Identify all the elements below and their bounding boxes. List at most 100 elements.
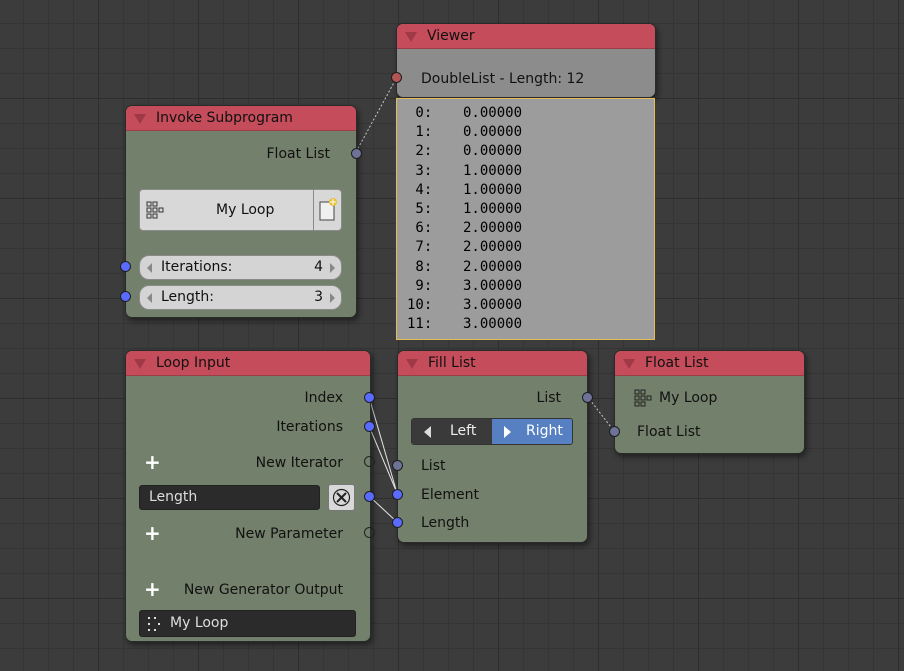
length-input-socket[interactable] [392,517,403,528]
new-file-icon [319,198,337,221]
parameter-name-input[interactable]: Length [139,485,320,510]
viewer-row-index: 5: [407,201,433,217]
viewer-row-value: 3.00000 [463,316,523,333]
new-generator-output-label[interactable]: New Generator Output [184,582,343,598]
index-output-socket[interactable] [364,392,375,403]
viewer-row-index: 7: [407,239,433,256]
element-input-label: Element [421,487,479,503]
program-selector[interactable]: My Loop [139,189,342,231]
remove-x-icon [332,488,351,507]
float-list-output-socket[interactable] [351,148,362,159]
length-value: 3 [314,289,323,305]
new-iterator-socket[interactable] [364,456,375,467]
plus-icon[interactable]: + [144,523,161,543]
viewer-row-value: 0.00000 [463,143,523,160]
viewer-row-value: 2.00000 [463,220,523,237]
viewer-row-index: 10: [407,297,433,313]
left-button[interactable]: Left [412,419,492,444]
viewer-node-title: Viewer [427,28,475,44]
length-input-label: Length [421,515,470,531]
iterations-field[interactable]: Iterations: 4 [139,255,342,280]
length-output-socket[interactable] [364,491,375,502]
link-index-element [368,396,398,494]
arrow-left-icon [424,426,431,438]
iterations-value: 4 [314,259,323,275]
viewer-row-index: 2: [407,143,433,160]
direction-toggle[interactable]: Left Right [411,418,573,445]
arrow-right-icon[interactable] [330,293,335,303]
viewer-input-socket[interactable] [391,72,402,83]
float-list-input-socket[interactable] [609,426,620,437]
viewer-row-value: 2.00000 [463,239,523,256]
viewer-row-value: 1.00000 [463,201,523,217]
viewer-row-value: 3.00000 [463,297,523,313]
fill-list-output-label: List [536,390,561,406]
fill-list-node[interactable]: Fill List List Left Right List Element L… [392,350,593,543]
invoke-subprogram-title: Invoke Subprogram [156,110,293,126]
viewer-node[interactable]: Viewer DoubleList - Length: 12 [391,23,656,98]
plus-icon[interactable]: + [144,579,161,599]
viewer-row-value: 0.00000 [463,105,523,121]
collapse-triangle-icon[interactable] [134,114,146,124]
link-floatlist-viewer [355,76,398,153]
viewer-row-index: 11: [407,316,433,333]
length-input-socket[interactable] [120,291,131,302]
viewer-row-value: 3.00000 [463,277,523,294]
float-list-node[interactable]: Float List My Loop Float List [609,350,805,454]
invoke-subprogram-header[interactable]: Invoke Subprogram [126,106,356,131]
arrow-left-icon[interactable] [147,263,152,273]
new-parameter-label[interactable]: New Parameter [235,526,343,542]
collapse-triangle-icon[interactable] [134,359,146,369]
fill-list-header[interactable]: Fill List [398,351,587,376]
arrow-left-icon[interactable] [147,293,152,303]
float-list-program-name[interactable]: My Loop [659,390,717,406]
viewer-row-value: 1.00000 [463,181,523,198]
program-name: My Loop [216,202,275,218]
loop-input-node[interactable]: Loop Input Index Iterations + New Iterat… [125,350,375,642]
viewer-row-index: 4: [407,181,433,198]
viewer-info-text: DoubleList - Length: 12 [421,71,585,87]
viewer-row-value: 2.00000 [463,258,523,275]
left-button-label: Left [450,423,477,439]
length-field[interactable]: Length: 3 [139,285,342,310]
viewer-row-value: 1.00000 [463,162,523,179]
viewer-row-index: 3: [407,162,433,179]
arrow-right-icon[interactable] [330,263,335,273]
new-subprogram-button[interactable] [313,190,341,230]
remove-parameter-button[interactable] [328,484,355,511]
loop-program-name[interactable]: My Loop [139,610,356,637]
subprogram-grid-icon [634,389,652,411]
length-label: Length: [161,289,215,305]
invoke-subprogram-node[interactable]: Invoke Subprogram Float List My Loop Ite… [120,105,362,318]
list-input-socket[interactable] [392,460,403,471]
iterations-input-socket[interactable] [120,261,131,272]
arrow-right-icon [504,426,511,438]
plus-icon[interactable]: + [144,452,161,472]
float-list-title: Float List [645,355,709,371]
viewer-row-index: 6: [407,220,433,237]
parameter-name-text: Length [149,489,198,505]
subprogram-grid-icon [146,201,164,219]
iterations-label: Iterations: [161,259,233,275]
new-parameter-socket[interactable] [364,527,375,538]
right-button[interactable]: Right [492,419,572,444]
viewer-row-value: 0.00000 [463,124,523,141]
collapse-triangle-icon[interactable] [406,359,418,369]
viewer-row-index: 0: [407,105,433,121]
loop-input-header[interactable]: Loop Input [126,351,370,376]
float-list-output-label: Float List [266,146,331,162]
index-output-label: Index [304,390,343,406]
viewer-node-header[interactable]: Viewer [397,24,655,49]
new-iterator-label[interactable]: New Iterator [256,455,343,471]
viewer-row-index: 8: [407,258,433,275]
iterations-output-socket[interactable] [364,421,375,432]
float-list-input-label: Float List [637,424,701,440]
loop-dots-icon [146,615,162,637]
float-list-header[interactable]: Float List [615,351,804,376]
collapse-triangle-icon[interactable] [623,359,635,369]
collapse-triangle-icon[interactable] [405,32,417,42]
right-button-label: Right [526,423,563,439]
element-input-socket[interactable] [392,489,403,500]
fill-list-output-socket[interactable] [582,392,593,403]
viewer-output-panel: 0: 0.00000 1: 0.00000 2: 0.00000 3: 1.00000 … [396,98,655,340]
